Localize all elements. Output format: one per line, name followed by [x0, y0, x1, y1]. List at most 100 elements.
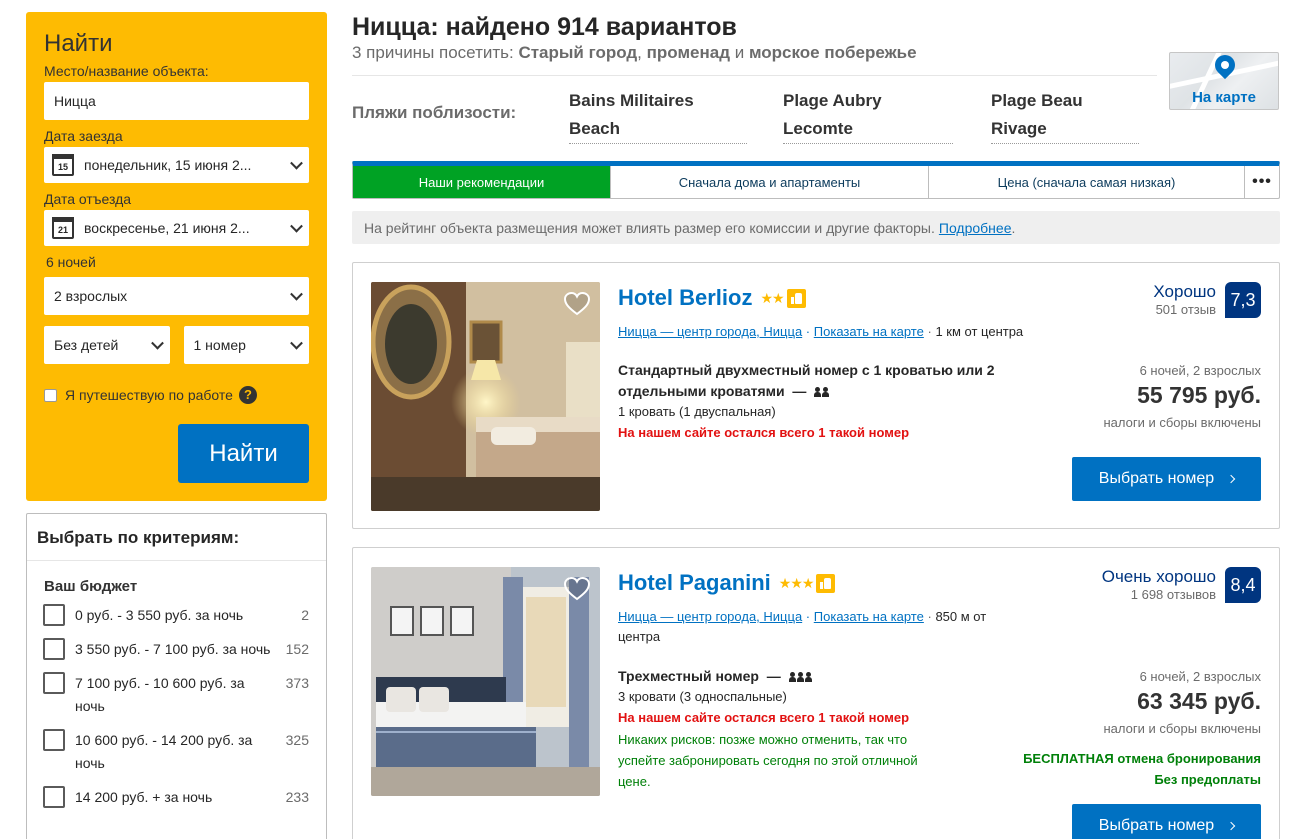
rooms-value: 1 номер [193, 337, 246, 353]
show-on-map-link[interactable]: Показать на карте [814, 324, 924, 339]
beaches-label: Пляжи поблизости: [352, 103, 517, 122]
reasons-line: 3 причины посетить: Старый город, промен… [352, 43, 917, 63]
reason-separator: и [729, 43, 749, 62]
room-name-line: отдельными кроватями [618, 383, 785, 399]
free-cancel-text: БЕСПЛАТНАЯ отмена бронирования [1023, 751, 1261, 766]
beach-line: Plage Aubry [783, 91, 882, 110]
hotel-photo[interactable] [371, 567, 600, 796]
budget-option[interactable]: 14 200 руб. + за ночь 233 [27, 786, 326, 809]
beach-link[interactable]: Plage Beau Rivage [991, 87, 1139, 144]
review-count: 1 698 отзывов [1130, 587, 1216, 602]
chevron-right-icon [1226, 821, 1236, 831]
location-link[interactable]: Ницца — центр города, Ницца [618, 324, 802, 339]
room-name: Стандартный двухместный номер с 1 кроват… [618, 360, 995, 403]
more-options-icon[interactable]: ••• [1245, 166, 1279, 198]
beach-line: Lecomte [783, 119, 853, 138]
location-link[interactable]: Ницца — центр города, Ницца [618, 609, 802, 624]
no-risk-line: Никаких рисков: позже можно отменить, та… [618, 732, 908, 747]
chevron-right-icon [1226, 474, 1236, 484]
no-risk-note: Никаких рисков: позже можно отменить, та… [618, 729, 968, 792]
budget-checkbox[interactable] [43, 638, 65, 660]
tab-recommended[interactable]: Наши рекомендации [353, 166, 611, 198]
budget-label: 0 руб. - 3 550 руб. за ночь [75, 607, 244, 623]
stay-details: 6 ночей, 2 взрослых [1139, 669, 1261, 684]
thumbs-up-icon [816, 573, 836, 593]
room-name-line: Трехместный номер [618, 668, 759, 684]
beach-link[interactable]: Bains Militaires Beach [569, 87, 747, 144]
children-value: Без детей [54, 337, 119, 353]
reason-separator: , [637, 43, 647, 62]
hotel-name[interactable]: Hotel Berlioz ★★ [618, 285, 806, 311]
results-title: Ницца: найдено 914 вариантов [352, 13, 737, 41]
search-button[interactable]: Найти [178, 424, 309, 483]
budget-option[interactable]: 10 600 руб. - 14 200 руб. за ночь 325 [27, 729, 326, 775]
occupancy-icon [788, 667, 813, 688]
sort-bar: Наши рекомендации Сначала дома и апартам… [352, 161, 1280, 199]
checkout-value: воскресенье, 21 июня 2... [84, 220, 250, 236]
chevron-down-icon [150, 336, 164, 350]
beach-link[interactable]: Plage Aubry Lecomte [783, 87, 953, 144]
heart-icon[interactable] [564, 577, 590, 601]
chevron-down-icon [290, 219, 303, 233]
location-line: Ницца — центр города, Ницца · Показать н… [618, 609, 987, 644]
adults-value: 2 взрослых [54, 288, 128, 304]
review-score[interactable]: Хорошо 501 отзыв 7,3 [1153, 282, 1261, 318]
budget-count: 152 [285, 641, 309, 657]
tab-homes-first[interactable]: Сначала дома и апартаменты [611, 166, 929, 198]
notice-link[interactable]: Подробнее [939, 220, 1012, 236]
star-rating-icon: ★★★ [778, 574, 815, 591]
hotel-photo[interactable] [371, 282, 600, 511]
choose-room-button[interactable]: Выбрать номер [1072, 804, 1261, 839]
search-box: Найти Место/название объекта: Ницца Дата… [26, 12, 327, 501]
checkout-label: Дата отъезда [44, 191, 132, 207]
ranking-notice: На рейтинг объекта размещения может влия… [352, 211, 1280, 244]
chevron-down-icon [290, 287, 303, 301]
work-travel-label: Я путешествую по работе [65, 387, 233, 403]
show-on-map-link[interactable]: Показать на карте [814, 609, 924, 624]
star-rating-icon: ★★ [760, 289, 784, 306]
tax-note: налоги и сборы включены [1103, 721, 1261, 736]
button-label: Выбрать номер [1098, 470, 1215, 487]
occupancy-icon [814, 382, 830, 403]
hotel-name[interactable]: Hotel Paganini ★★★ [618, 570, 836, 596]
checkin-field[interactable]: 15 понедельник, 15 июня 2... [44, 147, 309, 183]
help-icon[interactable]: ? [238, 386, 257, 404]
budget-checkbox[interactable] [43, 604, 65, 626]
no-risk-line: цене. [618, 774, 651, 789]
checkout-field[interactable]: 21 воскресенье, 21 июня 2... [44, 210, 309, 246]
choose-room-button[interactable]: Выбрать номер [1072, 457, 1261, 501]
nights-count: 6 ночей [46, 254, 96, 270]
heart-icon[interactable] [564, 292, 590, 316]
beach-line: Beach [569, 119, 621, 138]
budget-count: 2 [301, 607, 309, 623]
children-select[interactable]: Без детей [44, 326, 170, 364]
budget-label: 10 600 руб. - 14 200 руб. за ночь [75, 732, 253, 771]
budget-option[interactable]: 0 руб. - 3 550 руб. за ночь 2 [27, 604, 326, 627]
adults-select[interactable]: 2 взрослых [44, 277, 309, 315]
budget-checkbox[interactable] [43, 786, 65, 808]
budget-checkbox[interactable] [43, 729, 65, 751]
tax-note: налоги и сборы включены [1103, 415, 1261, 430]
hotel-photo-image [371, 282, 600, 511]
room-dash: — [792, 383, 807, 399]
rooms-select[interactable]: 1 номер [183, 326, 309, 364]
budget-count: 325 [285, 732, 309, 748]
budget-label: 3 550 руб. - 7 100 руб. за ночь [75, 641, 271, 657]
room-name-line: Стандартный двухместный номер с 1 кроват… [618, 362, 995, 378]
review-score[interactable]: Очень хорошо 1 698 отзывов 8,4 [1102, 567, 1261, 603]
reason-item: променад [646, 43, 730, 62]
hotel-photo-image [371, 567, 600, 796]
map-button[interactable]: На карте [1169, 52, 1279, 110]
budget-option[interactable]: 3 550 руб. - 7 100 руб. за ночь 152 [27, 638, 326, 661]
beach-line: Rivage [991, 119, 1047, 138]
score-badge: 8,4 [1225, 567, 1261, 603]
budget-checkbox[interactable] [43, 672, 65, 694]
work-travel-checkbox[interactable] [44, 388, 57, 402]
score-word: Хорошо [1153, 282, 1216, 301]
destination-input[interactable]: Ницца [44, 82, 309, 120]
price: 55 795 руб. [1137, 382, 1261, 408]
checkin-value: понедельник, 15 июня 2... [84, 157, 252, 173]
tab-price-low[interactable]: Цена (сначала самая низкая) [929, 166, 1245, 198]
no-risk-line: успейте забронировать сегодня по этой от… [618, 753, 918, 768]
budget-option[interactable]: 7 100 руб. - 10 600 руб. за ночь 373 [27, 672, 326, 718]
